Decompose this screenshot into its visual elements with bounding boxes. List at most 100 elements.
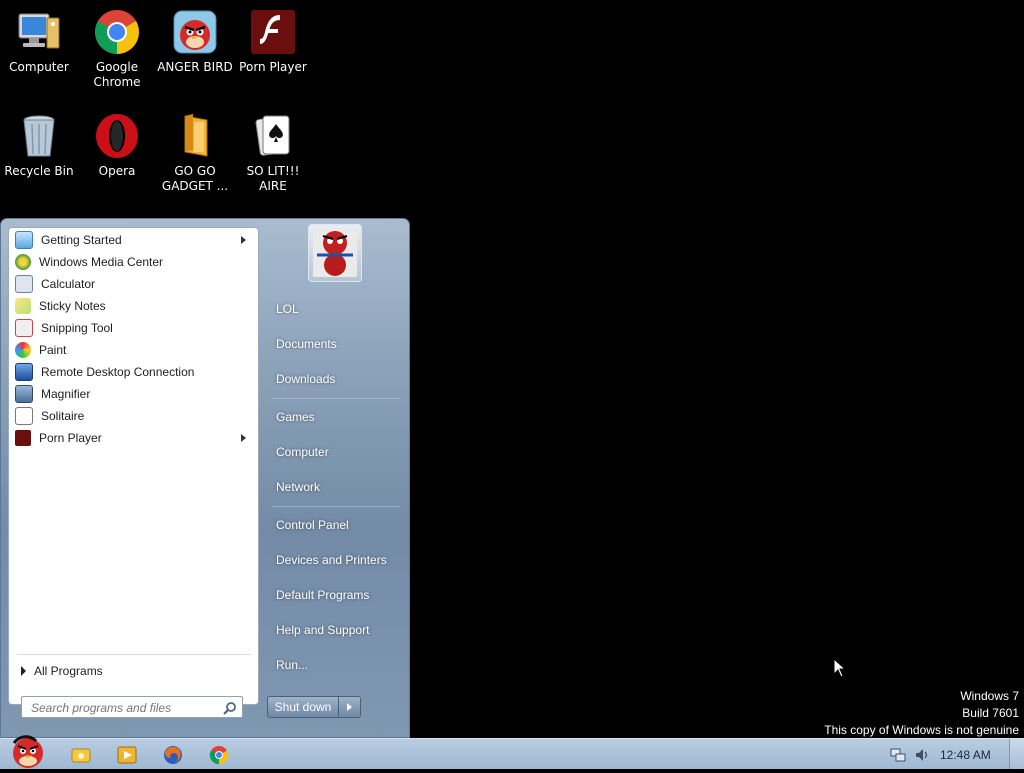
triangle-right-icon [21, 666, 26, 676]
search-icon[interactable] [223, 700, 237, 719]
firefox-icon[interactable] [162, 744, 184, 766]
program-label: Sticky Notes [39, 299, 106, 313]
desktop-icon-label: SO LIT!!! AIRE [246, 164, 300, 193]
program-label: Magnifier [41, 387, 91, 401]
desktop-icon-angerbird[interactable]: ANGER BIRD [156, 8, 234, 75]
program-label: Windows Media Center [39, 255, 164, 269]
start-link-label: Default Programs [276, 588, 370, 602]
program-label: Paint [39, 343, 67, 357]
program-label: Remote Desktop Connection [41, 365, 195, 379]
start-right-divider [272, 398, 400, 400]
program-item-solitaire[interactable]: Solitaire [11, 405, 256, 427]
program-item-porn-player[interactable]: Porn Player [11, 427, 256, 449]
program-item-media-center[interactable]: Windows Media Center [11, 251, 256, 273]
calculator-icon [15, 275, 33, 293]
flash-player-icon [15, 430, 31, 446]
snipping-tool-icon [15, 319, 33, 337]
shutdown-button[interactable]: Shut down [267, 696, 339, 718]
program-label: Snipping Tool [41, 321, 113, 335]
start-link-network[interactable]: Network [266, 473, 404, 501]
chevron-right-icon [347, 703, 352, 711]
computer-icon [15, 8, 63, 56]
all-programs-label: All Programs [34, 664, 103, 678]
all-programs-button[interactable]: All Programs [17, 662, 247, 680]
program-item-getting-started[interactable]: Getting Started [11, 229, 256, 251]
volume-icon[interactable] [914, 747, 930, 763]
mouse-cursor-icon [833, 657, 847, 682]
programs-pane: Getting Started Windows Media Center Cal… [8, 227, 259, 705]
explorer-icon[interactable] [70, 744, 92, 766]
program-label: Getting Started [41, 233, 122, 247]
start-right-divider [272, 506, 400, 508]
program-item-calculator[interactable]: Calculator [11, 273, 256, 295]
shutdown-options-button[interactable] [339, 696, 361, 718]
start-link-label: Downloads [276, 372, 336, 386]
angry-bird-icon [171, 8, 219, 56]
program-item-remote-desktop[interactable]: Remote Desktop Connection [11, 361, 256, 383]
search-box[interactable] [21, 696, 243, 718]
start-link-downloads[interactable]: Downloads [266, 365, 404, 393]
start-link-label: Devices and Printers [276, 553, 387, 567]
taskbar-clock[interactable]: 12:48 AM [940, 748, 991, 762]
start-link-documents[interactable]: Documents [266, 330, 404, 358]
start-link-games[interactable]: Games [266, 403, 404, 431]
desktop-icon-gogogadget[interactable]: GO GO GADGET ... [156, 112, 234, 194]
media-player-icon[interactable] [116, 744, 138, 766]
magnifier-icon [15, 385, 33, 403]
start-link-label: Games [276, 410, 315, 424]
watermark-os: Windows 7 [960, 689, 1019, 703]
desktop-icon-opera[interactable]: Opera [78, 112, 156, 179]
start-link-label: LOL [276, 302, 299, 316]
submenu-arrow-icon[interactable] [241, 236, 246, 244]
desktop-icon-chrome[interactable]: Google Chrome [78, 8, 156, 90]
desktop-icon-label: Porn Player [239, 60, 307, 74]
desktop-icon-recyclebin[interactable]: Recycle Bin [0, 112, 78, 179]
folder-icon [171, 112, 219, 160]
start-link-default-programs[interactable]: Default Programs [266, 581, 404, 609]
chrome-icon[interactable] [208, 744, 230, 766]
watermark-build: Build 7601 [962, 706, 1019, 720]
desktop-icon-label: Google Chrome [93, 60, 141, 89]
start-link-run[interactable]: Run... [266, 651, 404, 679]
desktop-icon-label: Opera [98, 164, 136, 178]
network-icon[interactable] [890, 747, 906, 763]
program-item-sticky-notes[interactable]: Sticky Notes [11, 295, 256, 317]
search-input[interactable] [29, 698, 223, 718]
program-item-snipping-tool[interactable]: Snipping Tool [11, 317, 256, 339]
show-desktop-button[interactable] [1009, 739, 1024, 769]
chrome-icon [93, 8, 141, 56]
shutdown-label: Shut down [274, 700, 332, 714]
program-label: Calculator [41, 277, 96, 291]
start-link-label: Help and Support [276, 623, 370, 637]
media-center-icon [15, 254, 31, 270]
desktop-icon-label: Computer [9, 60, 69, 74]
desktop-icon-label: Recycle Bin [4, 164, 74, 178]
solitaire-cards-icon [249, 112, 297, 160]
all-programs-divider [17, 654, 251, 655]
start-link-control-panel[interactable]: Control Panel [266, 511, 404, 539]
desktop-icon-label: ANGER BIRD [157, 60, 233, 74]
program-label: Porn Player [39, 431, 102, 445]
start-link-computer[interactable]: Computer [266, 438, 404, 466]
start-link-label: Documents [276, 337, 337, 351]
start-link-devices-printers[interactable]: Devices and Printers [266, 546, 404, 574]
program-item-paint[interactable]: Paint [11, 339, 256, 361]
start-link-help-support[interactable]: Help and Support [266, 616, 404, 644]
solitaire-icon [15, 407, 33, 425]
desktop-icon-solitaire[interactable]: SO LIT!!! AIRE [234, 112, 312, 194]
desktop-icon-computer[interactable]: Computer [0, 8, 78, 75]
sticky-notes-icon [15, 298, 31, 314]
desktop-icon-pornplayer[interactable]: Porn Player [234, 8, 312, 75]
recycle-bin-icon [15, 112, 63, 160]
start-link-label: Control Panel [276, 518, 349, 532]
start-link-lol[interactable]: LOL [266, 295, 404, 323]
start-orb-angry-bird-icon [12, 735, 43, 768]
user-avatar[interactable] [308, 224, 362, 282]
start-link-label: Network [276, 480, 321, 494]
start-button[interactable] [6, 731, 48, 769]
submenu-arrow-icon[interactable] [241, 434, 246, 442]
program-item-magnifier[interactable]: Magnifier [11, 383, 256, 405]
start-link-label: Computer [276, 445, 329, 459]
opera-icon [93, 112, 141, 160]
getting-started-icon [15, 231, 33, 249]
